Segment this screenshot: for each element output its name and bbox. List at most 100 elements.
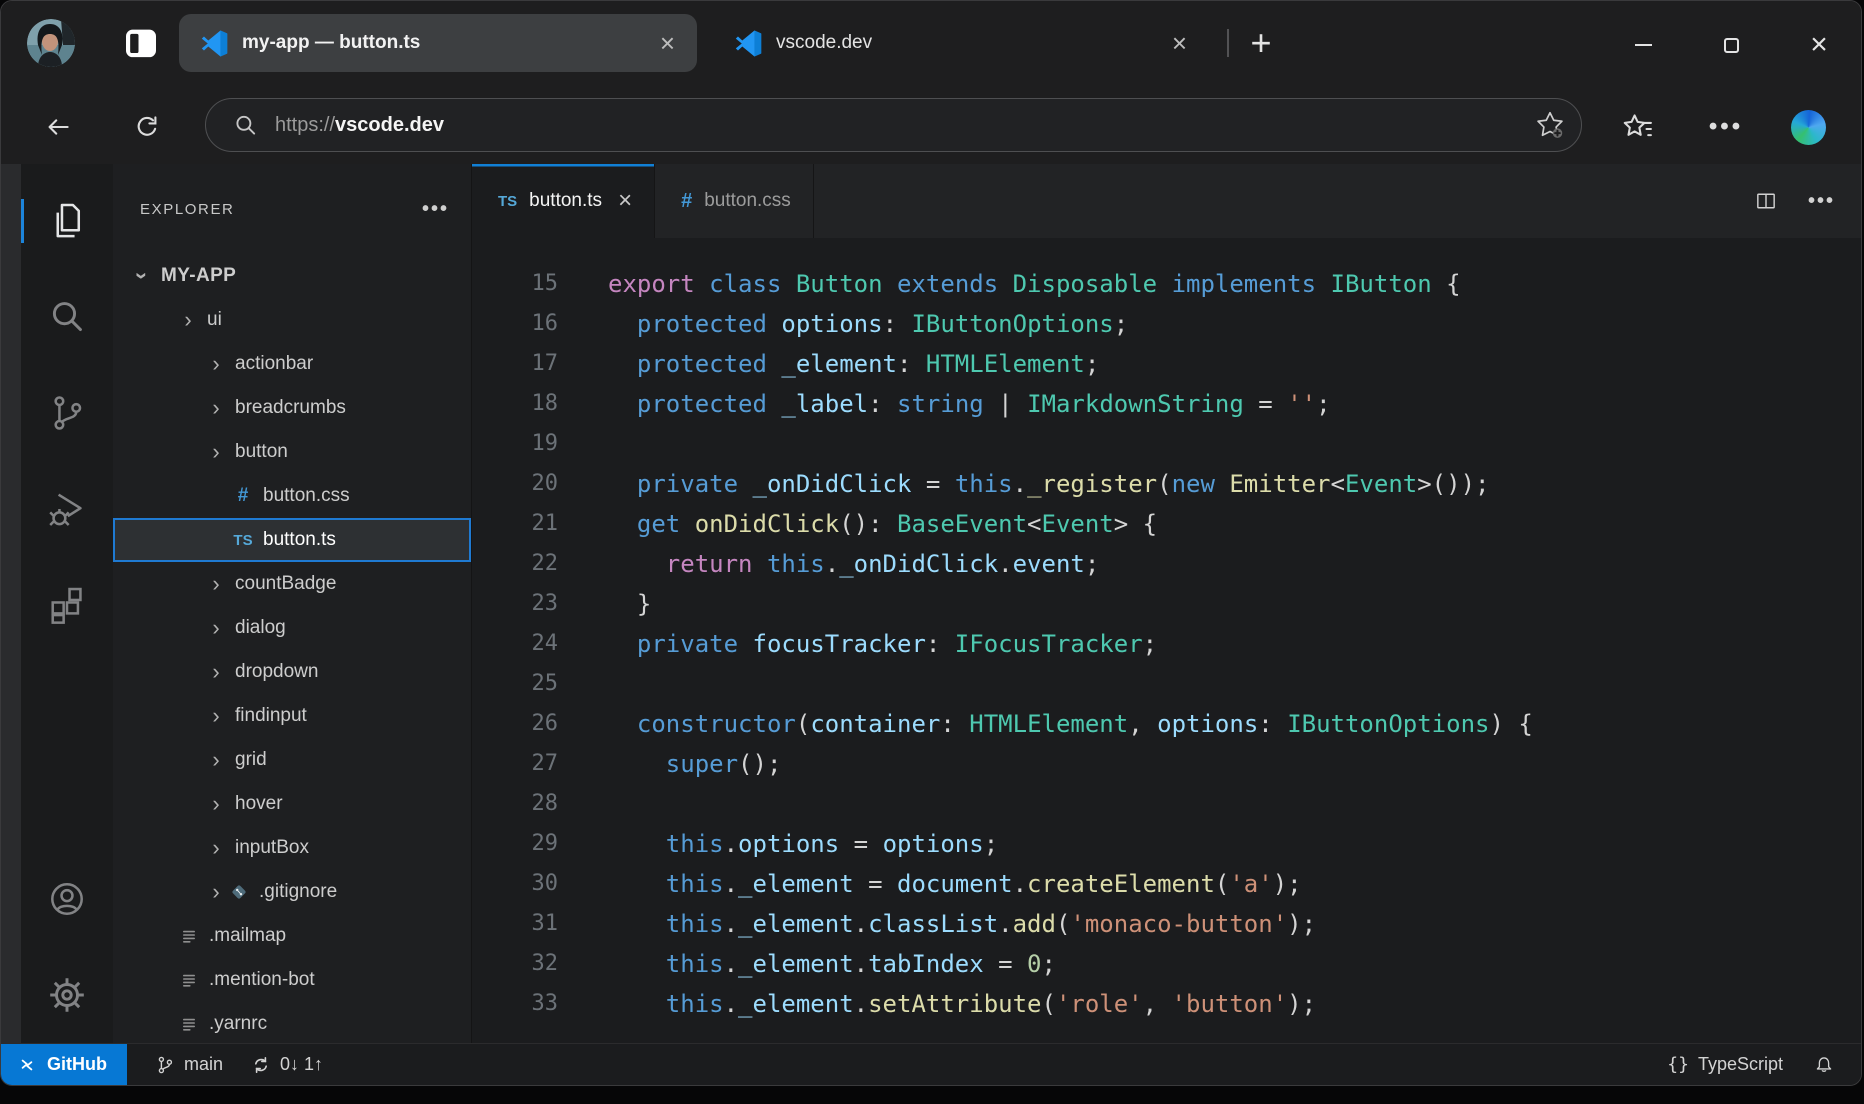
- tree-item-gitignore[interactable]: ›.gitignore: [113, 870, 471, 914]
- code-line-32[interactable]: 32 this._element.tabIndex = 0;: [472, 944, 1861, 984]
- code-line-33[interactable]: 33 this._element.setAttribute('role', 'b…: [472, 984, 1861, 1024]
- close-icon: ×: [1810, 30, 1828, 60]
- code-line-15[interactable]: 15export class Button extends Disposable…: [472, 264, 1861, 304]
- chevron-right-icon[interactable]: ›: [205, 617, 227, 639]
- close-icon[interactable]: ×: [618, 189, 632, 213]
- tree-item-label: breadcrumbs: [235, 397, 346, 419]
- copilot-icon[interactable]: [1791, 110, 1826, 145]
- split-editor-icon[interactable]: [1754, 189, 1778, 213]
- code-line-text: this._element = document.createElement('…: [608, 864, 1302, 904]
- browser-tab-vscode-dev[interactable]: vscode.dev ×: [713, 14, 1209, 72]
- add-favorite-icon[interactable]: [1533, 108, 1567, 142]
- workspaces-icon[interactable]: [119, 21, 163, 65]
- tree-item-my-app[interactable]: ›MY-APP: [113, 254, 471, 298]
- code-line-text: super();: [608, 744, 781, 784]
- tree-item-grid[interactable]: ›grid: [113, 738, 471, 782]
- tree-item-dropdown[interactable]: ›dropdown: [113, 650, 471, 694]
- tree-item-findinput[interactable]: ›findinput: [113, 694, 471, 738]
- activity-account-icon[interactable]: [21, 851, 113, 947]
- language-indicator[interactable]: {} TypeScript: [1667, 1054, 1783, 1075]
- code-line-27[interactable]: 27 super();: [472, 744, 1861, 784]
- code-line-19[interactable]: 19: [472, 424, 1861, 464]
- code-line-16[interactable]: 16 protected options: IButtonOptions;: [472, 304, 1861, 344]
- sync-indicator[interactable]: 0↓ 1↑: [251, 1054, 323, 1075]
- explorer-title: EXPLORER: [140, 201, 235, 218]
- code-editor[interactable]: 15export class Button extends Disposable…: [472, 238, 1861, 1043]
- editor-tab-button-ts[interactable]: TS button.ts ×: [472, 164, 655, 238]
- profile-avatar[interactable]: [27, 19, 75, 67]
- tree-item-mention-bot[interactable]: .mention-bot: [113, 958, 471, 1002]
- chevron-right-icon[interactable]: ›: [205, 793, 227, 815]
- tree-item-yarnrc[interactable]: .yarnrc: [113, 1002, 471, 1043]
- tree-item-mailmap[interactable]: .mailmap: [113, 914, 471, 958]
- editor-more-icon[interactable]: •••: [1808, 190, 1835, 213]
- chevron-right-icon[interactable]: ›: [205, 573, 227, 595]
- activity-source-control-icon[interactable]: [21, 365, 113, 461]
- tab-close-icon[interactable]: ×: [656, 28, 679, 58]
- file-file-icon: [177, 1014, 201, 1034]
- minimize-button[interactable]: [1623, 25, 1663, 65]
- activity-files-icon[interactable]: [21, 173, 113, 269]
- chevron-right-icon[interactable]: ›: [177, 309, 199, 331]
- url-text[interactable]: https://vscode.dev: [275, 114, 444, 137]
- browser-tab-my-app[interactable]: my-app — button.ts ×: [179, 14, 697, 72]
- chevron-right-icon[interactable]: ›: [205, 441, 227, 463]
- maximize-button[interactable]: [1711, 25, 1751, 65]
- braces-icon: {}: [1667, 1054, 1689, 1075]
- code-line-24[interactable]: 24 private focusTracker: IFocusTracker;: [472, 624, 1861, 664]
- tree-item-button.css[interactable]: #button.css: [113, 474, 471, 518]
- code-line-22[interactable]: 22 return this._onDidClick.event;: [472, 544, 1861, 584]
- tree-item-hover[interactable]: ›hover: [113, 782, 471, 826]
- tree-item-dialog[interactable]: ›dialog: [113, 606, 471, 650]
- favorites-icon[interactable]: [1618, 107, 1658, 147]
- chevron-right-icon[interactable]: ›: [205, 661, 227, 683]
- code-line-23[interactable]: 23 }: [472, 584, 1861, 624]
- close-window-button[interactable]: ×: [1799, 25, 1839, 65]
- address-bar[interactable]: https://vscode.dev: [205, 98, 1582, 152]
- notifications-bell-icon[interactable]: [1813, 1054, 1835, 1076]
- code-line-26[interactable]: 26 constructor(container: HTMLElement, o…: [472, 704, 1861, 744]
- chevron-right-icon[interactable]: ›: [205, 881, 227, 903]
- back-button[interactable]: [38, 107, 78, 147]
- code-line-21[interactable]: 21 get onDidClick(): BaseEvent<Event> {: [472, 504, 1861, 544]
- code-line-20[interactable]: 20 private _onDidClick = this._register(…: [472, 464, 1861, 504]
- activity-search-icon[interactable]: [21, 269, 113, 365]
- code-line-31[interactable]: 31 this._element.classList.add('monaco-b…: [472, 904, 1861, 944]
- tree-item-ui[interactable]: ›ui: [113, 298, 471, 342]
- activity-extensions-icon[interactable]: [21, 557, 113, 653]
- editor-tab-button-css[interactable]: # button.css: [655, 164, 814, 238]
- code-line-25[interactable]: 25: [472, 664, 1861, 704]
- vscode-logo-icon: [735, 30, 762, 57]
- activity-settings-icon[interactable]: [21, 947, 113, 1043]
- line-number: 19: [472, 424, 558, 464]
- remote-indicator[interactable]: GitHub: [1, 1044, 127, 1085]
- chevron-right-icon[interactable]: ›: [205, 705, 227, 727]
- tree-item-label: button.ts: [263, 529, 336, 551]
- chevron-right-icon[interactable]: ›: [205, 397, 227, 419]
- file-tree: ›MY-APP›ui›actionbar›breadcrumbs›button#…: [113, 254, 471, 1043]
- chevron-right-icon[interactable]: ›: [205, 749, 227, 771]
- chevron-down-icon[interactable]: ›: [131, 265, 153, 287]
- explorer-more-icon[interactable]: •••: [422, 198, 449, 221]
- browser-menu-button[interactable]: •••: [1706, 107, 1746, 147]
- code-line-29[interactable]: 29 this.options = options;: [472, 824, 1861, 864]
- code-line-17[interactable]: 17 protected _element: HTMLElement;: [472, 344, 1861, 384]
- tree-item-actionbar[interactable]: ›actionbar: [113, 342, 471, 386]
- tree-item-inputbox[interactable]: ›inputBox: [113, 826, 471, 870]
- activity-debug-icon[interactable]: [21, 461, 113, 557]
- tab-close-icon[interactable]: ×: [1168, 28, 1191, 58]
- tree-item-button.ts[interactable]: TSbutton.ts: [113, 518, 471, 562]
- browser-window: my-app — button.ts × vscode.dev × + ×: [0, 0, 1862, 1086]
- tree-item-countbadge[interactable]: ›countBadge: [113, 562, 471, 606]
- tree-item-button[interactable]: ›button: [113, 430, 471, 474]
- code-line-30[interactable]: 30 this._element = document.createElemen…: [472, 864, 1861, 904]
- chevron-right-icon[interactable]: ›: [205, 837, 227, 859]
- branch-indicator[interactable]: main: [155, 1054, 223, 1075]
- refresh-button[interactable]: [127, 107, 167, 147]
- tree-item-breadcrumbs[interactable]: › breadcrumbs: [113, 386, 471, 430]
- code-line-18[interactable]: 18 protected _label: string | IMarkdownS…: [472, 384, 1861, 424]
- tree-item-label: .mailmap: [209, 925, 286, 947]
- code-line-28[interactable]: 28: [472, 784, 1861, 824]
- new-tab-button[interactable]: +: [1241, 23, 1281, 63]
- chevron-right-icon[interactable]: ›: [205, 353, 227, 375]
